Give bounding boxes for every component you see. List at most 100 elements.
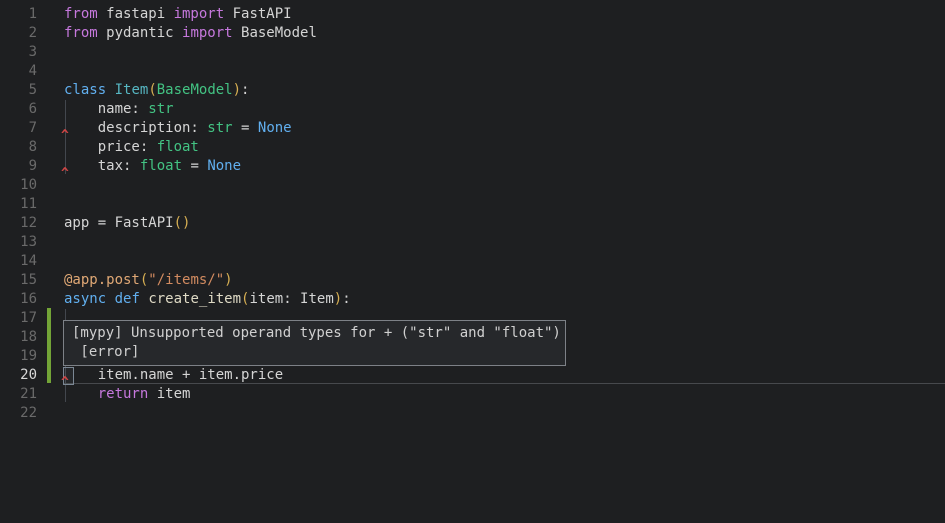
line-number: 17 <box>0 309 37 328</box>
code-line[interactable]: 10 <box>0 176 945 195</box>
code-line[interactable]: 1 from fastapi import FastAPI <box>0 5 945 24</box>
diagnostic-severity: [error] <box>72 343 565 362</box>
code-token: async <box>64 291 106 307</box>
line-number: 3 <box>0 43 37 62</box>
line-number: 14 <box>0 252 37 271</box>
code-token: = <box>182 158 207 174</box>
line-number: 19 <box>0 347 37 366</box>
code-token: = <box>233 120 258 136</box>
sign-column <box>37 157 64 176</box>
code-line[interactable]: 7 description: str = None <box>0 119 945 138</box>
code-token: import <box>174 6 225 22</box>
diagnostic-tooltip: [mypy] Unsupported operand types for + (… <box>63 320 566 366</box>
code-line[interactable]: 5 class Item(BaseModel): <box>0 81 945 100</box>
code-token <box>106 291 114 307</box>
code-token: from <box>64 25 98 41</box>
sign-column <box>37 119 64 138</box>
line-number: 1 <box>0 5 37 24</box>
code-token: return <box>98 386 149 402</box>
sign-column <box>37 271 64 290</box>
code-token: None <box>258 120 292 136</box>
sign-column <box>37 328 64 347</box>
code-token <box>106 82 114 98</box>
code-text: item.name + item.price <box>64 366 283 385</box>
code-editor[interactable]: 1 from fastapi import FastAPI 2 from pydant… <box>0 0 945 523</box>
line-number: 6 <box>0 100 37 119</box>
code-token: import <box>182 25 233 41</box>
code-line[interactable]: 8 price: float <box>0 138 945 157</box>
line-number: 5 <box>0 81 37 100</box>
code-token: item: Item <box>249 291 333 307</box>
code-line[interactable]: 4 <box>0 62 945 81</box>
code-line[interactable]: 16async def create_item(item: Item): <box>0 290 945 309</box>
sign-column <box>37 404 64 423</box>
code-text: app = FastAPI() <box>64 214 190 233</box>
code-token: name: <box>64 101 148 117</box>
code-token: float <box>140 158 182 174</box>
code-text: description: str = None <box>64 119 292 138</box>
line-number: 9 <box>0 157 37 176</box>
code-line[interactable]: 13 <box>0 233 945 252</box>
code-line[interactable]: 21 return item <box>0 385 945 404</box>
code-line[interactable]: 11 <box>0 195 945 214</box>
code-text: tax: float = None <box>64 157 241 176</box>
code-token: BaseModel <box>157 82 233 98</box>
line-number: 8 <box>0 138 37 157</box>
code-line[interactable]: 22 <box>0 404 945 423</box>
code-line[interactable]: 2 from pydantic import BaseModel <box>0 24 945 43</box>
code-token: app = FastAPI <box>64 215 174 231</box>
code-token: ) <box>233 82 241 98</box>
code-token: () <box>174 215 191 231</box>
code-token: : <box>342 291 350 307</box>
code-token: pydantic <box>98 25 182 41</box>
code-token: from <box>64 6 98 22</box>
line-number: 2 <box>0 24 37 43</box>
code-token: None <box>207 158 241 174</box>
line-number: 18 <box>0 328 37 347</box>
line-number: 13 <box>0 233 37 252</box>
line-number: 11 <box>0 195 37 214</box>
code-line[interactable]: 20 item.name + item.price <box>0 366 945 385</box>
code-token: str <box>148 101 173 117</box>
code-token: @app.post <box>64 272 140 288</box>
code-token: : <box>241 82 249 98</box>
sign-column <box>37 385 64 404</box>
line-number: 12 <box>0 214 37 233</box>
line-number: 21 <box>0 385 37 404</box>
line-number: 20 <box>0 366 37 385</box>
sign-column <box>37 62 64 81</box>
code-line[interactable]: 12 app = FastAPI() <box>0 214 945 233</box>
code-text: name: str <box>64 100 174 119</box>
sign-column <box>37 214 64 233</box>
code-token: ) <box>224 272 232 288</box>
code-token: "/items/" <box>148 272 224 288</box>
sign-column <box>37 309 64 328</box>
diagnostic-message: [mypy] Unsupported operand types for + (… <box>72 324 565 343</box>
code-token <box>64 386 98 402</box>
code-line[interactable]: 14 <box>0 252 945 271</box>
sign-column <box>37 176 64 195</box>
code-token: fastapi <box>98 6 174 22</box>
code-line[interactable]: 9 tax: float = None <box>0 157 945 176</box>
code-token: item.name + item.price <box>64 367 283 383</box>
code-text: price: float <box>64 138 199 157</box>
line-number: 10 <box>0 176 37 195</box>
sign-column <box>37 366 64 385</box>
code-text: return item <box>64 385 190 404</box>
code-line[interactable]: 15 @app.post("/items/") <box>0 271 945 290</box>
line-number: 15 <box>0 271 37 290</box>
code-token: item <box>148 386 190 402</box>
code-text: class Item(BaseModel): <box>64 81 249 100</box>
line-number: 7 <box>0 119 37 138</box>
code-line[interactable]: 3 <box>0 43 945 62</box>
sign-column <box>37 43 64 62</box>
code-line[interactable]: 6 name: str <box>0 100 945 119</box>
code-token: BaseModel <box>233 25 317 41</box>
code-token: float <box>157 139 199 155</box>
code-token: FastAPI <box>224 6 291 22</box>
sign-column <box>37 347 64 366</box>
code-token: Item <box>115 82 149 98</box>
code-text: @app.post("/items/") <box>64 271 233 290</box>
sign-column <box>37 290 64 309</box>
code-token: create_item <box>148 291 241 307</box>
